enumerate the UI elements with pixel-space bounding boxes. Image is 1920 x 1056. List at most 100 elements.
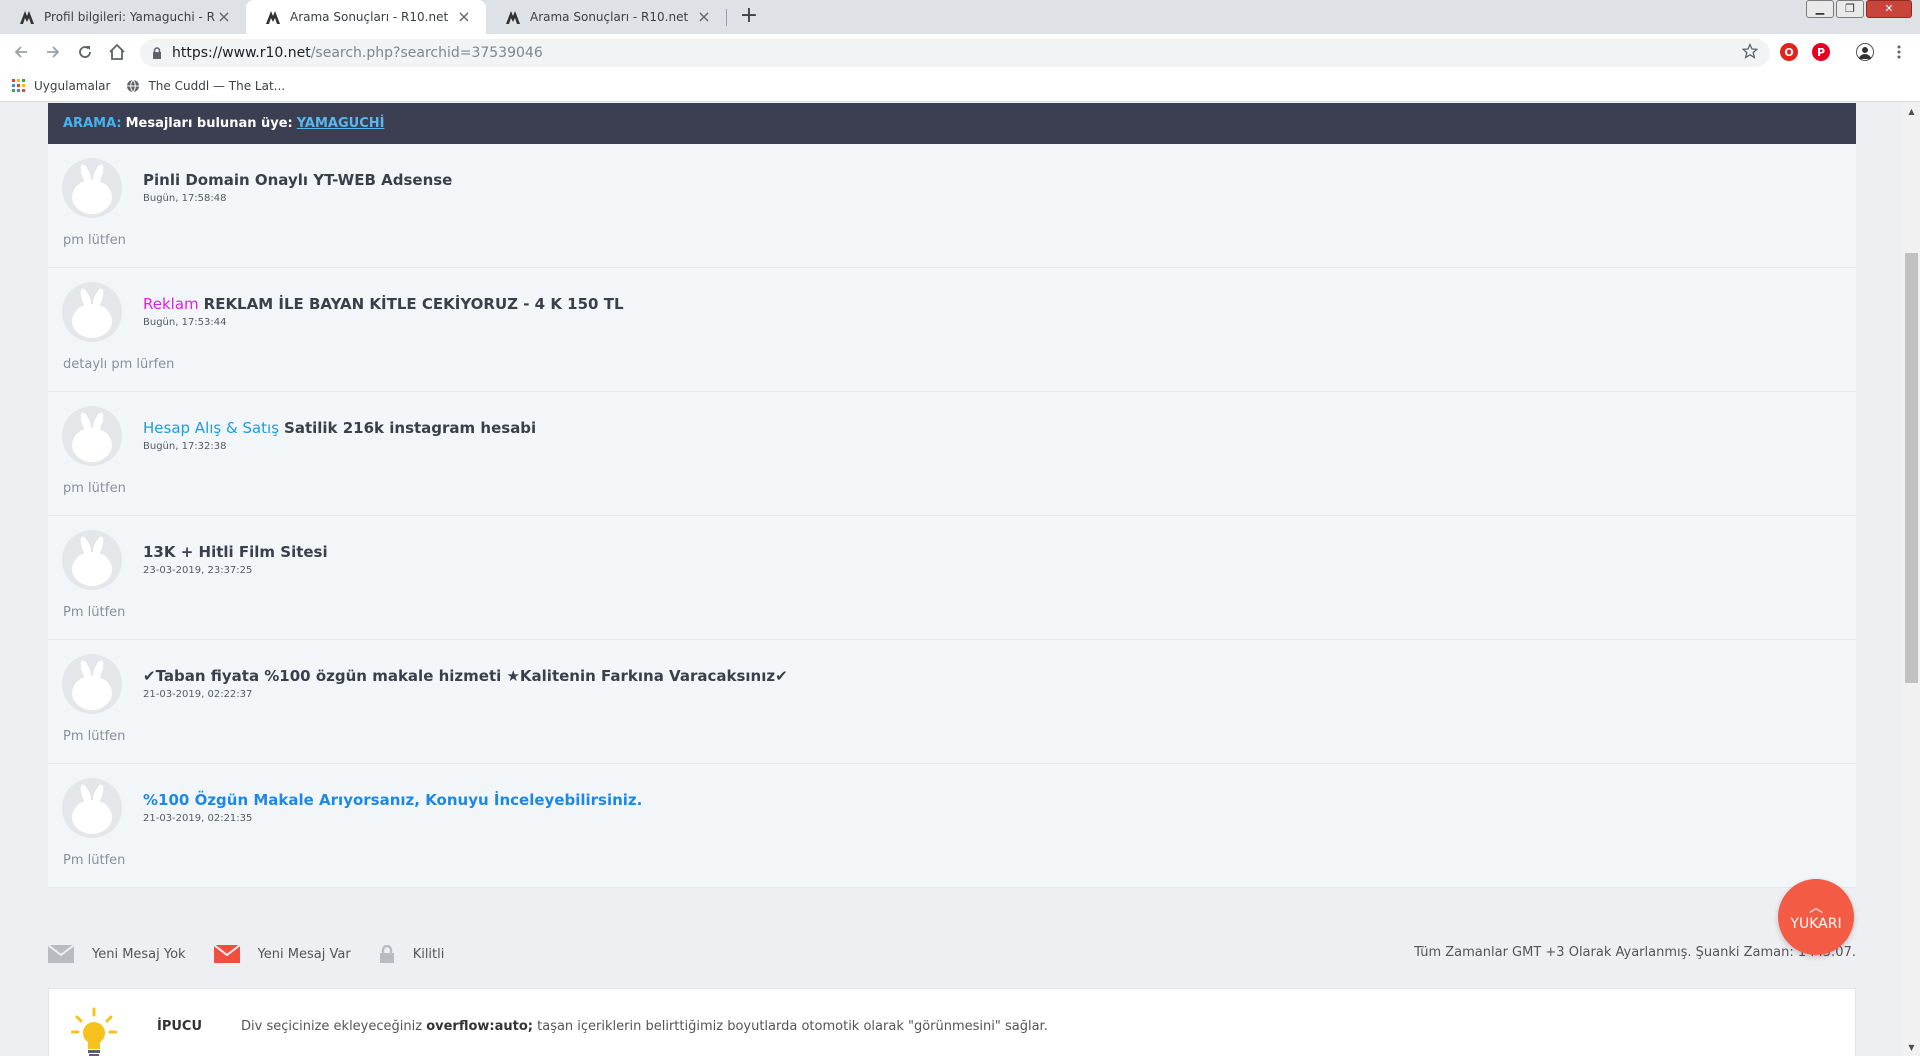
timezone-info: Tüm Zamanlar GMT +3 Olarak Ayarlanmış. Ş…: [1414, 945, 1856, 960]
post-date: Bugün, 17:53:44: [143, 317, 227, 328]
pinterest-extension-icon[interactable]: P: [1812, 43, 1830, 61]
reload-icon: [79, 46, 91, 58]
browser-tab-strip: Profil bilgileri: Yamaguchi - R10.net × …: [0, 0, 1920, 34]
minimize-button[interactable]: ▁: [1806, 0, 1834, 18]
close-icon[interactable]: ×: [696, 9, 712, 25]
scroll-up-arrow-icon[interactable]: ▲: [1903, 103, 1920, 120]
tab-profile[interactable]: Profil bilgileri: Yamaguchi - R10.net ×: [0, 0, 246, 34]
page-viewport: ARAMA: Mesajları bulunan üye: YAMAGUCHİ …: [0, 103, 1903, 1056]
window-controls: ▁ ❐ ✕: [1804, 0, 1912, 18]
back-button[interactable]: [8, 39, 34, 65]
avatar[interactable]: [62, 654, 122, 714]
post-snippet: Pm lütfen: [63, 729, 126, 744]
search-result-row: ✔Taban fiyata %100 özgün makale hizmeti …: [48, 640, 1856, 764]
bookmarks-bar: Uygulamalar The Cuddl — The Lat...: [0, 70, 1920, 102]
address-bar[interactable]: https://www.r10.net/search.php?searchid=…: [140, 39, 1770, 67]
home-icon: [109, 43, 125, 60]
post-date: 21-03-2019, 02:22:37: [143, 689, 253, 700]
thread-title-link[interactable]: 13K + Hitli Film Sitesi: [143, 543, 328, 561]
menu-button[interactable]: [1886, 39, 1912, 65]
avatar[interactable]: [62, 282, 122, 342]
url-host: https://www.r10.net: [172, 45, 311, 61]
avatar[interactable]: [62, 778, 122, 838]
r10-logo-icon: [264, 8, 282, 26]
tab-search-results[interactable]: Arama Sonuçları - R10.net ×: [486, 0, 726, 34]
tip-box: İPUCU Div seçicinize ekleyeceğiniz overf…: [48, 988, 1856, 1056]
home-button[interactable]: [104, 39, 130, 65]
search-result-row: Hesap Alış & Satış Satilik 216k instagram…: [48, 392, 1856, 516]
arrow-right-icon: [47, 46, 60, 58]
url-path: /search.php?searchid=37539046: [310, 45, 543, 61]
tab-title: Arama Sonuçları - R10.net: [290, 10, 449, 24]
kebab-menu-icon: [1897, 45, 1901, 59]
bookmark-cuddl[interactable]: The Cuddl — The Lat...: [126, 79, 285, 93]
bookmark-star-icon[interactable]: [1741, 42, 1759, 63]
avatar[interactable]: [62, 406, 122, 466]
restore-button[interactable]: ❐: [1836, 0, 1864, 18]
thread-prefix[interactable]: Hesap Alış & Satış: [143, 419, 279, 437]
post-date: 23-03-2019, 23:37:25: [143, 565, 253, 576]
legend-label: Yeni Mesaj Yok: [92, 946, 186, 962]
legend-locked: Kilitli: [379, 945, 445, 963]
apps-grid-icon: [12, 78, 26, 93]
close-window-button[interactable]: ✕: [1866, 0, 1912, 18]
page-scrollbar[interactable]: ▲ ▼: [1903, 103, 1920, 1056]
lightbulb-icon: [70, 1007, 118, 1056]
search-description: Mesajları bulunan üye:: [125, 116, 293, 131]
scroll-to-top-button[interactable]: ︿ YUKARI: [1778, 879, 1854, 955]
thread-status-legend: Yeni Mesaj Yok Yeni Mesaj Var Kilitli Tü…: [48, 941, 1856, 967]
thread-title-link[interactable]: ✔Taban fiyata %100 özgün makale hizmeti …: [143, 667, 788, 685]
post-snippet: pm lütfen: [63, 233, 126, 248]
post-snippet: detaylı pm lürfen: [63, 357, 175, 372]
bookmark-apps[interactable]: Uygulamalar: [12, 78, 111, 93]
thread-title-link[interactable]: %100 Özgün Makale Arıyorsanız, Konuyu İn…: [143, 791, 642, 809]
tip-text-code: overflow:auto;: [426, 1019, 533, 1034]
username-link[interactable]: YAMAGUCHİ: [297, 116, 385, 131]
opera-extension-icon[interactable]: O: [1780, 43, 1798, 61]
legend-label: Kilitli: [412, 946, 445, 962]
reload-button[interactable]: [72, 39, 98, 65]
thread-title-link[interactable]: Hesap Alış & Satış Satilik 216k instagram…: [143, 419, 536, 437]
profile-avatar-icon[interactable]: [1856, 43, 1874, 61]
r10-logo-icon: [18, 8, 36, 26]
search-result-row: Reklam REKLAM İLE BAYAN KİTLE CEKİYORUZ -…: [48, 268, 1856, 392]
bookmark-label: Uygulamalar: [34, 78, 111, 93]
thread-title-link[interactable]: Pinli Domain Onaylı YT-WEB Adsense: [143, 171, 452, 189]
browser-toolbar: https://www.r10.net/search.php?searchid=…: [0, 34, 1920, 70]
scroll-to-top-label: YUKARI: [1790, 916, 1842, 932]
scroll-down-arrow-icon[interactable]: ▼: [1903, 1039, 1920, 1056]
thread-title-text: Pinli Domain Onaylı YT-WEB Adsense: [143, 171, 453, 189]
post-date: 21-03-2019, 02:21:35: [143, 813, 253, 824]
post-snippet: pm lütfen: [63, 481, 126, 496]
padlock-icon: [379, 945, 395, 963]
search-result-row: %100 Özgün Makale Arıyorsanız, Konuyu İn…: [48, 764, 1856, 888]
post-date: Bugün, 17:32:38: [143, 441, 227, 452]
thread-prefix[interactable]: Reklam: [143, 295, 199, 313]
arrow-left-icon: [14, 46, 27, 58]
close-icon[interactable]: ×: [216, 9, 232, 25]
scrollbar-thumb[interactable]: [1905, 253, 1918, 683]
close-icon[interactable]: ×: [456, 9, 472, 25]
forward-button[interactable]: [40, 39, 66, 65]
lock-icon: [152, 47, 162, 59]
tab-separator: [726, 9, 727, 26]
avatar[interactable]: [62, 530, 122, 590]
legend-no-new-messages: Yeni Mesaj Yok: [48, 945, 186, 963]
avatar[interactable]: [62, 158, 122, 218]
thread-title-link[interactable]: Reklam REKLAM İLE BAYAN KİTLE CEKİYORUZ -…: [143, 295, 624, 313]
search-results-header: ARAMA: Mesajları bulunan üye: YAMAGUCHİ: [48, 103, 1856, 144]
search-result-row: Pinli Domain Onaylı YT-WEB Adsense Bugün,…: [48, 144, 1856, 268]
tab-search-results-active[interactable]: Arama Sonuçları - R10.net ×: [246, 0, 486, 34]
tip-text-after: taşan içeriklerin belirttiğimiz boyutlar…: [537, 1019, 1048, 1034]
globe-icon: [126, 79, 140, 93]
tip-label: İPUCU: [157, 1019, 203, 1034]
envelope-red-icon: [213, 945, 240, 963]
legend-label: Yeni Mesaj Var: [257, 946, 351, 962]
new-tab-button[interactable]: +: [736, 4, 762, 30]
tab-title: Profil bilgileri: Yamaguchi - R10.net: [44, 10, 216, 24]
post-snippet: Pm lütfen: [63, 853, 126, 868]
tip-text-before: Div seçicinize ekleyeceğiniz: [241, 1019, 423, 1034]
r10-logo-icon: [504, 8, 522, 26]
chevron-up-icon: ︿: [1809, 900, 1823, 916]
envelope-gray-icon: [48, 945, 74, 963]
